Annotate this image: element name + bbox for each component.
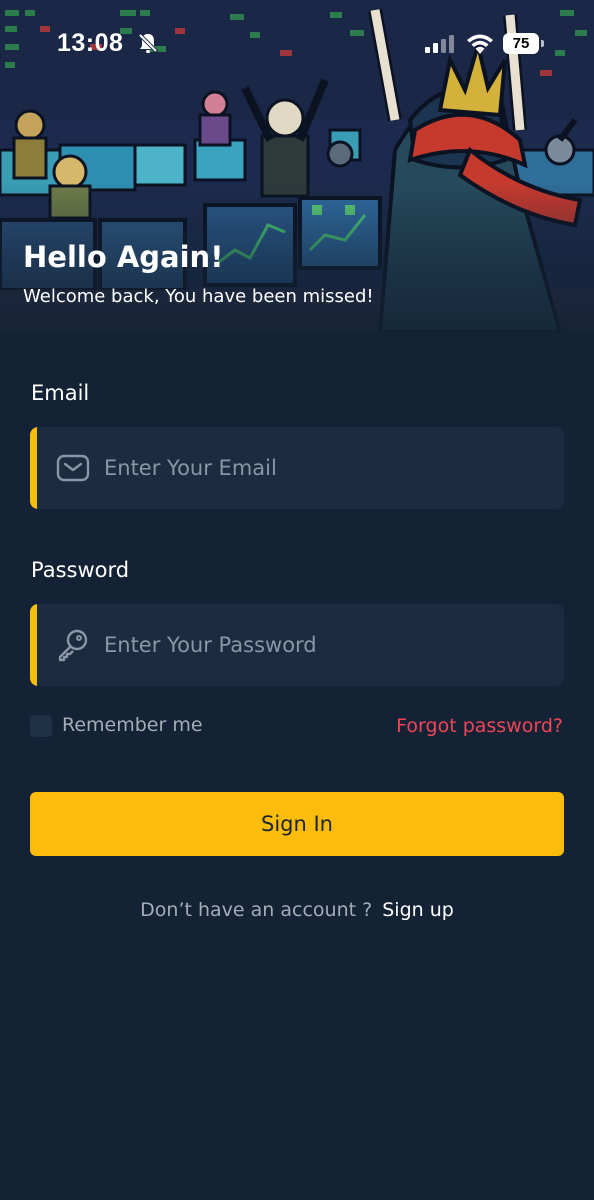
status-time: 13:08: [57, 29, 124, 57]
wifi-icon: [467, 34, 493, 54]
forgot-password-link[interactable]: Forgot password?: [396, 715, 563, 737]
email-label: Email: [31, 381, 90, 405]
login-screen: 13:08 75 Hello Again! Welcome back, You …: [0, 0, 594, 1200]
email-field-accent: [30, 427, 37, 509]
email-field[interactable]: [30, 427, 564, 509]
password-input[interactable]: [104, 604, 544, 686]
bell-slash-icon: [137, 32, 159, 54]
sign-up-link[interactable]: Sign up: [382, 899, 454, 921]
sign-in-button[interactable]: Sign In: [30, 792, 564, 856]
envelope-icon: [56, 454, 90, 482]
signup-prompt: Don’t have an account ?: [140, 899, 373, 921]
status-bar: 13:08 75: [0, 0, 594, 90]
page-subtitle: Welcome back, You have been missed!: [23, 286, 374, 307]
password-field[interactable]: [30, 604, 564, 686]
remember-me-label[interactable]: Remember me: [62, 714, 203, 736]
remember-me-checkbox[interactable]: [30, 715, 52, 737]
page-title: Hello Again!: [23, 240, 224, 274]
password-field-accent: [30, 604, 37, 686]
battery-icon: 75: [503, 33, 544, 54]
cellular-signal-icon: [425, 35, 454, 53]
battery-level: 75: [512, 35, 530, 52]
email-input[interactable]: [104, 427, 544, 509]
signup-row: Don’t have an account ? Sign up: [0, 899, 594, 921]
key-icon: [58, 629, 88, 662]
password-label: Password: [31, 558, 130, 582]
